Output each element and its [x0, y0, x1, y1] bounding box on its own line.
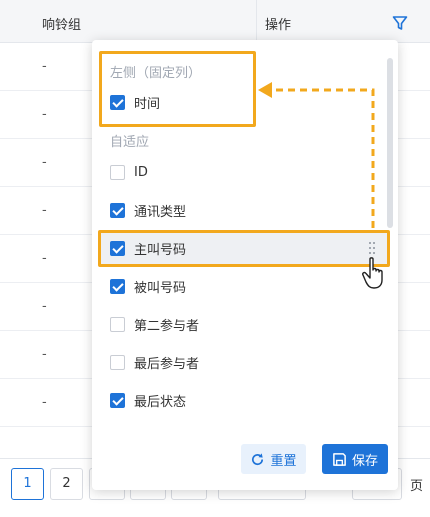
save-button[interactable]: 保存: [322, 444, 388, 474]
reset-button-label: 重置: [270, 453, 297, 469]
save-button-label: 保存: [351, 453, 378, 469]
hand-cursor-icon: [362, 257, 383, 289]
reset-button[interactable]: 重置: [241, 444, 306, 474]
refresh-icon: [252, 452, 264, 465]
save-icon: [333, 452, 346, 466]
